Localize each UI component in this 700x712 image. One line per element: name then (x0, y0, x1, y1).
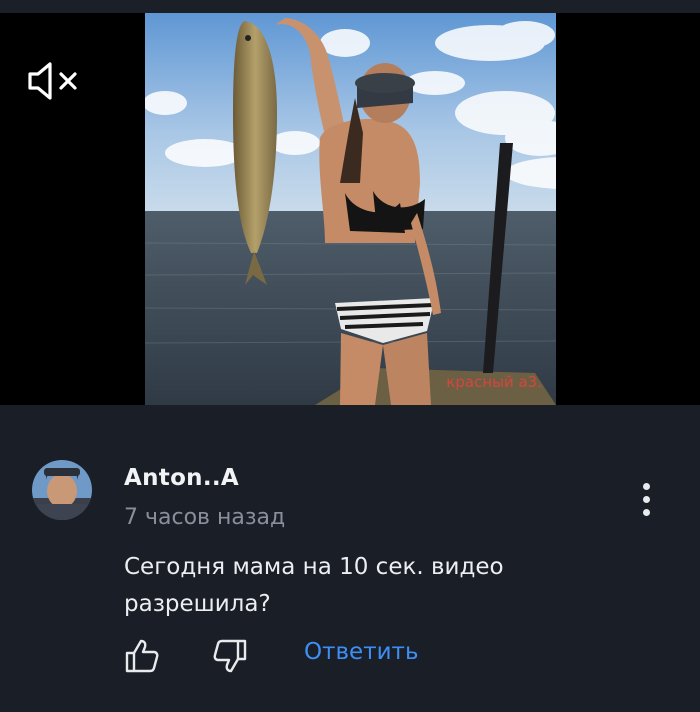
like-button[interactable] (124, 638, 160, 674)
comment-card: Anton..A 7 часов назад Сегодня мама на 1… (0, 405, 700, 712)
reply-button[interactable]: Ответить (304, 639, 419, 665)
comment-timestamp: 7 часов назад (124, 505, 286, 530)
top-strip (0, 0, 700, 13)
video-player[interactable]: красный а3. (0, 13, 700, 405)
more-vertical-icon (632, 483, 660, 516)
more-options-button[interactable] (632, 479, 660, 523)
muted-speaker-icon (28, 62, 77, 100)
video-image (145, 13, 556, 405)
unmute-button[interactable] (26, 61, 82, 101)
comment-author[interactable]: Anton..A (124, 465, 239, 491)
dislike-button[interactable] (212, 638, 248, 674)
video-frame: красный а3. (145, 13, 556, 405)
thumbs-down-icon (213, 639, 247, 673)
avatar[interactable] (32, 460, 92, 520)
video-watermark: красный а3. (446, 373, 542, 391)
comment-text: Сегодня мама на 10 сек. видео разрешила? (124, 554, 504, 617)
thumbs-up-icon (125, 639, 159, 673)
avatar-image (32, 460, 92, 520)
